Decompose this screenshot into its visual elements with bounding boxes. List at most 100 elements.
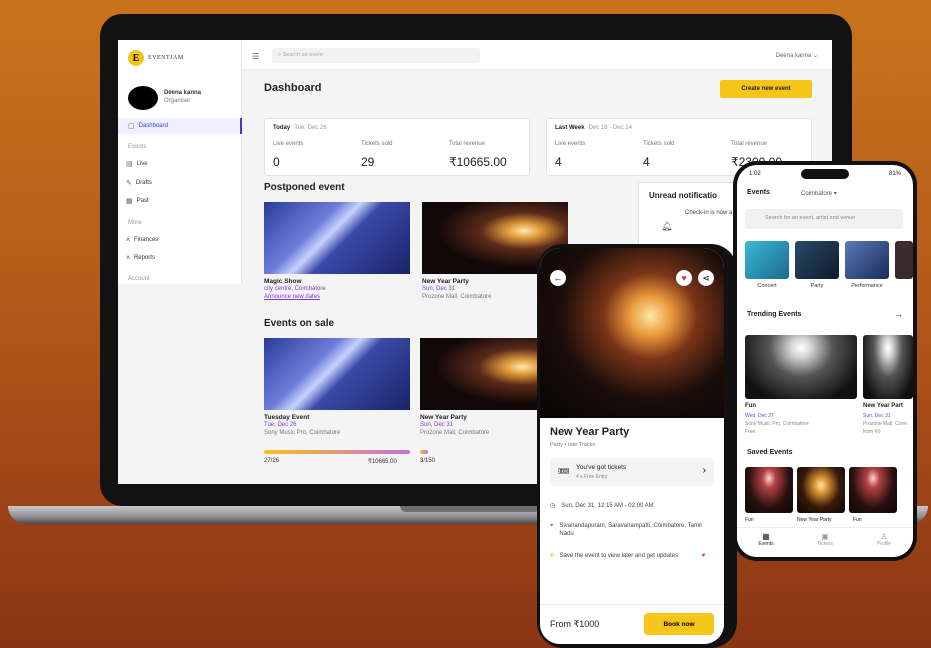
location-selector[interactable]: Coimbatore ▾	[801, 190, 837, 197]
ticket-price: From ₹1000	[550, 619, 600, 629]
sidebar-item-label: Reports	[133, 255, 155, 261]
category-performance-image[interactable]	[845, 241, 889, 279]
past-icon: ▦	[126, 198, 133, 205]
address-row: ⌖ Sivanandapuram, Saravanampatti, Coimba…	[550, 522, 710, 538]
chevron-down-icon: ⌄	[812, 53, 818, 59]
book-now-button[interactable]: Book now	[644, 613, 714, 635]
trending-event-date: Sun, Dec 31	[863, 413, 891, 419]
save-row[interactable]: ♥ Save the event to view later and get u…	[550, 552, 718, 560]
sidebar-section-events: Events	[128, 144, 147, 150]
sidebar: E EVENTJAM Deena kanna Organiser ▢ Dashb…	[118, 40, 242, 284]
sales-progress-bar	[264, 450, 410, 454]
sidebar-item-dashboard[interactable]: ▢ Dashboard	[118, 118, 242, 134]
event-datetime: Sun, Dec 31, 12:15 AM - 02:00 AM	[561, 503, 654, 509]
back-arrow-icon[interactable]: ←	[550, 270, 566, 286]
sidebar-section-more: More	[128, 220, 142, 226]
today-date: Tue, Dec 26	[294, 125, 327, 131]
today-stats-card: Today Tue, Dec 26 Live events 0 Tickets s…	[264, 118, 530, 176]
sidebar-item-drafts[interactable]: ✎ Drafts	[126, 179, 152, 187]
category-party-image[interactable]	[795, 241, 839, 279]
event-card-date: Tue, Dec 26	[264, 422, 297, 428]
sidebar-item-past[interactable]: ▦ Past	[126, 197, 149, 205]
today-tickets-label: Tickets sold	[361, 141, 393, 147]
tab-bar: ▦ Events ▣ Tickets ♙ Profile	[737, 527, 913, 557]
tab-profile[interactable]: ♙ Profile	[859, 532, 909, 547]
drafts-icon: ✎	[126, 180, 132, 187]
tab-events[interactable]: ▦ Events	[741, 532, 791, 547]
category-more-image[interactable]	[895, 241, 913, 279]
saved-event-image[interactable]	[797, 467, 845, 513]
menu-icon[interactable]: ☰	[252, 52, 259, 61]
last-week-revenue-label: Total revenue	[731, 141, 768, 147]
tickets-row[interactable]: 🎟︎ You've got tickets 4 x Free Entry ›	[550, 458, 714, 486]
saved-title: Saved Events	[747, 449, 793, 456]
category-concert-image[interactable]	[745, 241, 789, 279]
tickets-title: You've got tickets	[576, 464, 627, 471]
today-label: Today	[273, 125, 291, 131]
event-address: Sivanandapuram, Saravanampatti, Coimbato…	[559, 523, 702, 538]
last-week-live-label: Live events	[555, 141, 586, 147]
tickets-sold-count: 27/26	[264, 458, 280, 464]
today-revenue-label: Total revenue	[449, 141, 486, 147]
status-time: 1:02	[749, 171, 761, 177]
trending-event-place: Prozone Mall, Coim	[863, 421, 907, 427]
sidebar-item-live[interactable]: ▤ Live	[126, 160, 148, 168]
category-label: Party	[810, 283, 824, 289]
bell-icon: 🔔︎	[661, 221, 673, 231]
arrow-right-icon[interactable]: →	[894, 309, 903, 319]
event-card-date: Sun, Dec 31	[422, 286, 456, 292]
event-thumbnail[interactable]	[264, 338, 410, 410]
tickets-sold-count: 3/150	[420, 458, 436, 464]
announce-dates-link[interactable]: Announce new dates	[264, 294, 320, 300]
trending-event-image[interactable]	[745, 335, 857, 399]
sidebar-item-reports[interactable]: ⩚ Reports	[126, 254, 155, 262]
event-card-place: city centre, Coimbatore	[264, 286, 326, 292]
logo[interactable]: E EVENTJAM	[128, 50, 184, 66]
status-battery: 81%	[888, 171, 901, 177]
tab-tickets[interactable]: ▣ Tickets	[800, 532, 850, 547]
event-card-title[interactable]: New Year Party	[420, 414, 467, 421]
saved-event-image[interactable]	[849, 467, 897, 513]
heart-icon[interactable]: ♥	[676, 270, 692, 286]
saved-event-label: New Year Party	[797, 517, 832, 523]
saved-event-image[interactable]	[745, 467, 793, 513]
notifications-title: Unread notificatio	[649, 191, 718, 200]
trending-event-price: from ₹0	[863, 429, 881, 435]
event-card-title[interactable]: Magic Show	[264, 278, 302, 285]
today-revenue-value: ₹10665.00	[449, 155, 507, 169]
event-card-title[interactable]: Tuesday Event	[264, 414, 309, 421]
trending-event-image[interactable]	[863, 335, 913, 399]
create-event-button[interactable]: Create new event	[720, 80, 812, 98]
event-card-title[interactable]: New Year Party	[422, 278, 469, 285]
trending-event-title[interactable]: New Year Part	[863, 403, 903, 409]
share-icon[interactable]: ⋖	[698, 270, 714, 286]
logo-text: EVENTJAM	[148, 55, 184, 61]
search-input[interactable]: ⌕ Search an event	[272, 48, 480, 63]
search-input[interactable]: Search for an event, artist and venue	[745, 209, 903, 229]
sidebar-item-label: Drafts	[135, 180, 152, 186]
clock-icon: ◷	[550, 503, 556, 509]
trending-title: Trending Events	[747, 311, 802, 318]
user-menu-label: Deena kanna	[775, 53, 812, 59]
event-card-place: Prozone Mall, Coimbatore	[420, 430, 490, 436]
trending-event-price: Free	[745, 429, 756, 435]
user-menu[interactable]: Deena kanna ⌄	[776, 52, 818, 59]
user-role: Organiser	[164, 98, 191, 104]
ticket-icon: ▣	[821, 532, 829, 541]
chevron-down-icon: ▾	[833, 191, 837, 197]
sidebar-item-finances[interactable]: ⩚ Finances	[126, 236, 158, 244]
datetime-row: ◷ Sun, Dec 31, 12:15 AM - 02:00 AM	[550, 502, 654, 510]
today-live-value: 0	[273, 155, 280, 169]
chevron-right-icon: ›	[702, 465, 706, 476]
avatar[interactable]	[128, 86, 158, 110]
sidebar-item-label: Past	[136, 198, 149, 204]
trending-event-place: Sony Music Pro, Coimbatore	[745, 421, 809, 427]
laptop-notch	[400, 506, 540, 512]
last-week-date: Dec 18 - Dec 24	[588, 125, 632, 131]
event-thumbnail[interactable]	[264, 202, 410, 274]
tickets-subtitle: 4 x Free Entry	[576, 474, 608, 480]
trending-event-title[interactable]: Fun	[745, 403, 756, 409]
heart-icon: ♥	[701, 553, 706, 559]
category-label: Concert	[757, 283, 777, 289]
tab-label: Events	[758, 541, 774, 547]
